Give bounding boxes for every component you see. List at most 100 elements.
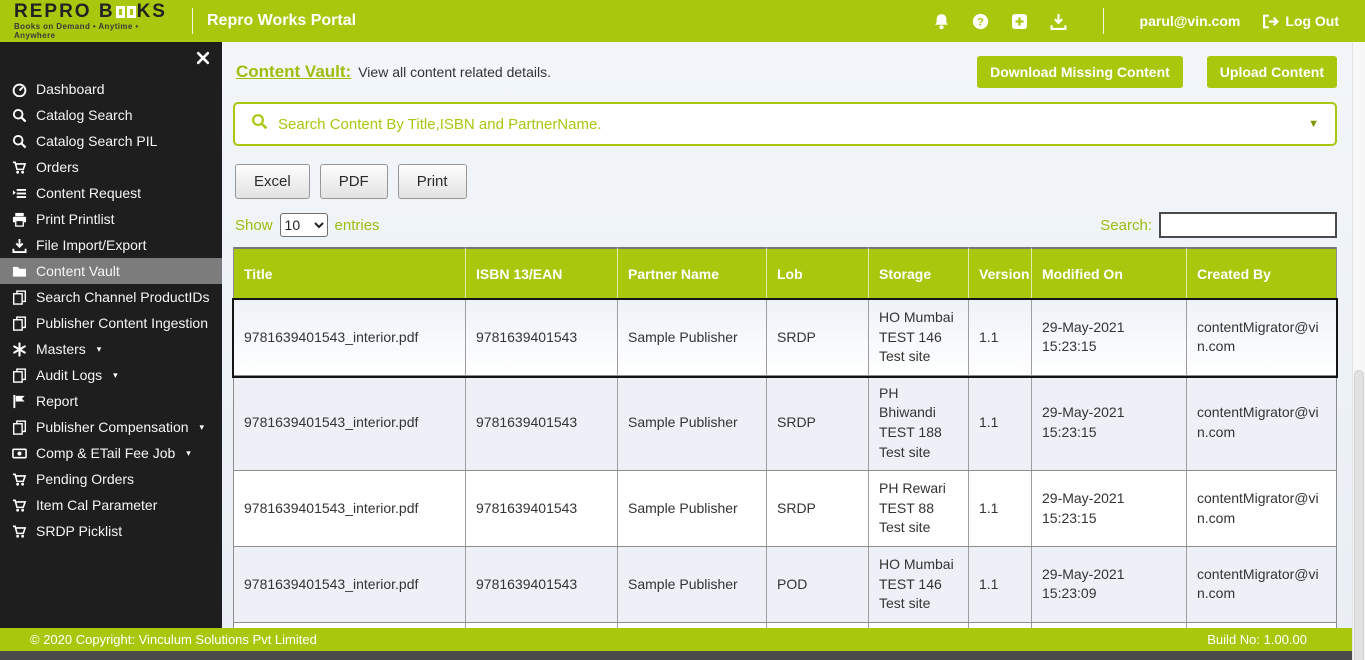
search-icon xyxy=(12,108,27,123)
content-search-input[interactable] xyxy=(278,116,1308,133)
sidebar-item-comp-etail-fee-job[interactable]: Comp & ETail Fee Job ▾ xyxy=(0,440,222,466)
logo-text-left: REPRO B xyxy=(14,2,115,21)
cell-isbn: 9781639401543 xyxy=(466,471,618,546)
help-icon[interactable]: ? xyxy=(972,13,989,30)
column-header[interactable]: Title xyxy=(234,247,466,300)
column-header[interactable]: Storage xyxy=(869,247,969,300)
cell-version: 1.1 xyxy=(969,300,1032,375)
sidebar-item-audit-logs[interactable]: Audit Logs ▾ xyxy=(0,362,222,388)
upload-content-button[interactable]: Upload Content xyxy=(1207,56,1337,88)
pdf-button[interactable]: PDF xyxy=(320,164,388,199)
sidebar-item-item-cal-parameter[interactable]: Item Cal Parameter xyxy=(0,492,222,518)
logo-square-icon xyxy=(116,6,125,18)
money-icon xyxy=(12,446,27,461)
close-icon[interactable] xyxy=(196,51,210,65)
table-row[interactable]: 9781639401543_interior.pdf9781639401543S… xyxy=(234,547,1336,623)
cell-title: 9781639401543_interior.pdf xyxy=(234,547,466,622)
sidebar-item-label: Audit Logs xyxy=(36,367,102,383)
sidebar-item-label: Pending Orders xyxy=(36,471,134,487)
caret-down-icon: ▾ xyxy=(113,370,118,381)
sidebar-item-print-printlist[interactable]: Print Printlist xyxy=(0,206,222,232)
caret-down-icon: ▾ xyxy=(186,448,191,459)
cell-modified: 29-May-2021 15:23:09 xyxy=(1032,547,1187,622)
cell-partner: Sample Publisher xyxy=(618,547,767,622)
table-row[interactable]: 9781639401543_interior.pdf9781639401543S… xyxy=(234,300,1336,376)
user-email: parul@vin.com xyxy=(1140,13,1241,29)
sidebar-item-srdp-picklist[interactable]: SRDP Picklist xyxy=(0,518,222,544)
logo-text-right: KS xyxy=(137,2,167,21)
column-header[interactable]: Modified On xyxy=(1032,247,1187,300)
cart-icon xyxy=(12,498,27,513)
column-header[interactable]: ISBN 13/EAN xyxy=(466,247,618,300)
column-header[interactable]: Partner Name xyxy=(618,247,767,300)
sidebar-item-dashboard[interactable]: Dashboard xyxy=(0,76,222,102)
column-header[interactable]: Created By xyxy=(1187,247,1336,300)
entries-select[interactable]: 10 xyxy=(280,213,328,237)
sidebar-item-label: Dashboard xyxy=(36,81,105,97)
page: REPRO BKS Books on Demand • Anytime • An… xyxy=(0,0,1365,660)
cell-title: 9781639401543_interior.pdf xyxy=(234,376,466,470)
copy-icon xyxy=(12,368,27,383)
show-label: Show xyxy=(235,217,273,234)
export-buttons: Excel PDF Print xyxy=(235,164,1337,199)
cell-isbn: 9781639401543 xyxy=(466,376,618,470)
plus-square-icon[interactable] xyxy=(1011,13,1028,30)
print-button[interactable]: Print xyxy=(398,164,467,199)
copy-icon xyxy=(12,420,27,435)
search-icon xyxy=(251,113,278,135)
sidebar-item-content-request[interactable]: Content Request xyxy=(0,180,222,206)
chevron-down-icon[interactable]: ▼ xyxy=(1308,118,1319,130)
logout-button[interactable]: Log Out xyxy=(1262,13,1339,30)
sidebar-item-label: Catalog Search PIL xyxy=(36,133,157,149)
sidebar-item-publisher-compensation[interactable]: Publisher Compensation ▾ xyxy=(0,414,222,440)
cell-storage: HO Mumbai TEST 146 Test site xyxy=(869,547,969,622)
caret-down-icon: ▾ xyxy=(200,422,205,433)
sidebar-item-report[interactable]: Report xyxy=(0,388,222,414)
table-row[interactable]: 9781639401543_interior.pdf9781639401543S… xyxy=(234,376,1336,471)
sidebar-item-catalog-search-pil[interactable]: Catalog Search PIL xyxy=(0,128,222,154)
sidebar-item-content-vault[interactable]: Content Vault xyxy=(0,258,222,284)
logout-icon xyxy=(1262,13,1279,30)
page-subtitle: View all content related details. xyxy=(358,64,551,80)
sidebar-item-catalog-search[interactable]: Catalog Search xyxy=(0,102,222,128)
copy-icon xyxy=(12,316,27,331)
svg-text:?: ? xyxy=(977,16,984,28)
sidebar-item-label: Comp & ETail Fee Job xyxy=(36,445,175,461)
asterisk-icon xyxy=(12,342,27,357)
cell-partner: Sample Publisher xyxy=(618,376,767,470)
scrollbar-track[interactable] xyxy=(1352,42,1365,660)
footer: © 2020 Copyright: Vinculum Solutions Pvt… xyxy=(0,628,1352,651)
sidebar-item-publisher-content-ingestion[interactable]: Publisher Content Ingestion xyxy=(0,310,222,336)
cell-isbn: 9781639401543 xyxy=(466,300,618,375)
sidebar-item-label: Content Vault xyxy=(36,263,120,279)
column-header[interactable]: Version xyxy=(969,247,1032,300)
table-search-input[interactable] xyxy=(1159,212,1337,238)
cart-icon xyxy=(12,160,27,175)
excel-button[interactable]: Excel xyxy=(235,164,310,199)
sidebar-item-file-import-export[interactable]: File Import/Export xyxy=(0,232,222,258)
sidebar-item-masters[interactable]: Masters▾ xyxy=(0,336,222,362)
sidebar-item-pending-orders[interactable]: Pending Orders xyxy=(0,466,222,492)
cell-created_by: contentMigrator@vin.com xyxy=(1187,471,1336,546)
topbar-actions: ? parul@vin.com Log Out xyxy=(933,8,1365,34)
search-label: Search: xyxy=(1100,217,1152,234)
cell-created_by: contentMigrator@vin.com xyxy=(1187,300,1336,375)
scrollbar-thumb[interactable] xyxy=(1354,370,1364,660)
sidebar-item-label: Search Channel ProductIDs xyxy=(36,289,210,305)
cell-version: 1.1 xyxy=(969,376,1032,470)
cell-title: 9781639401543_interior.pdf xyxy=(234,471,466,546)
sidebar-item-search-channel-productids[interactable]: Search Channel ProductIDs xyxy=(0,284,222,310)
sidebar-item-orders[interactable]: Orders xyxy=(0,154,222,180)
sidebar-item-label: File Import/Export xyxy=(36,237,146,253)
bell-icon[interactable] xyxy=(933,13,950,30)
download-icon[interactable] xyxy=(1050,13,1067,30)
download-missing-content-button[interactable]: Download Missing Content xyxy=(977,56,1183,88)
sidebar-item-label: Report xyxy=(36,393,78,409)
table-row[interactable]: 9781639401543_interior.pdf9781639401543S… xyxy=(234,471,1336,547)
sidebar-item-label: Publisher Compensation xyxy=(36,419,189,435)
content-search-combobox[interactable]: ▼ xyxy=(233,102,1337,146)
cell-partner: Sample Publisher xyxy=(618,471,767,546)
column-header[interactable]: Lob xyxy=(767,247,869,300)
flag-icon xyxy=(12,394,27,409)
cell-storage: PH Rewari TEST 88 Test site xyxy=(869,471,969,546)
